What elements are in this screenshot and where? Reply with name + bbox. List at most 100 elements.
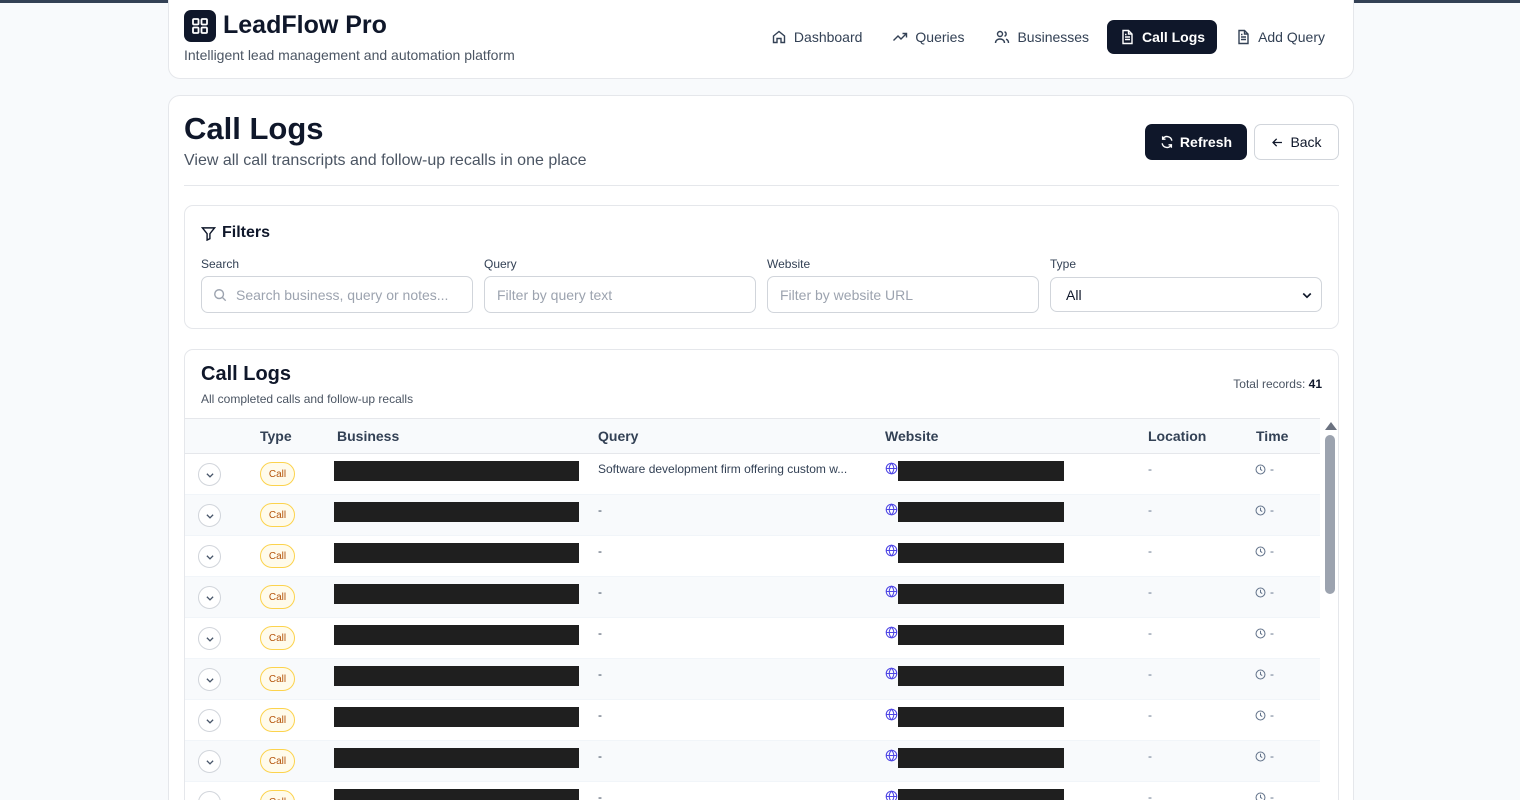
app-title: LeadFlow Pro xyxy=(223,11,387,39)
query-label: Query xyxy=(484,257,517,271)
call-logs-subtitle: All completed calls and follow-up recall… xyxy=(201,392,414,406)
website-redacted[interactable] xyxy=(898,543,1064,563)
expand-row-button[interactable] xyxy=(198,545,221,568)
column-header-type[interactable]: Type xyxy=(260,428,292,444)
query-cell: - xyxy=(598,544,602,558)
time-cell: - xyxy=(1255,749,1274,763)
website-redacted[interactable] xyxy=(898,789,1064,800)
time-cell: - xyxy=(1255,585,1274,599)
clock-icon xyxy=(1255,792,1266,800)
chevron-down-icon xyxy=(205,472,214,478)
expand-row-button[interactable] xyxy=(198,586,221,609)
time-cell: - xyxy=(1255,708,1274,722)
refresh-button[interactable]: Refresh xyxy=(1145,124,1247,160)
trending-up-icon xyxy=(893,32,908,41)
scroll-thumb[interactable] xyxy=(1325,435,1335,594)
back-button[interactable]: Back xyxy=(1254,124,1339,160)
website-redacted[interactable] xyxy=(898,707,1064,727)
query-cell: Software development firm offering custo… xyxy=(598,462,848,476)
search-input[interactable]: Search business, query or notes... xyxy=(201,276,473,313)
globe-icon xyxy=(885,790,898,800)
file-plus-icon xyxy=(1238,29,1249,45)
time-value: - xyxy=(1270,544,1274,558)
expand-row-button[interactable] xyxy=(198,750,221,773)
clock-icon xyxy=(1255,546,1266,556)
expand-row-button[interactable] xyxy=(198,709,221,732)
time-value: - xyxy=(1270,585,1274,599)
globe-icon xyxy=(885,749,898,762)
clock-icon xyxy=(1255,587,1266,597)
time-cell: - xyxy=(1255,667,1274,681)
nav-item-label: Queries xyxy=(915,29,965,45)
header-divider xyxy=(184,185,1339,186)
table-scrollbar[interactable] xyxy=(1322,418,1338,800)
type-badge: Call xyxy=(260,626,295,650)
scroll-up-arrow-icon[interactable] xyxy=(1325,422,1337,430)
table-row[interactable]: Call - - - xyxy=(185,495,1320,536)
filters-panel: Filters Search Search business, query or… xyxy=(184,205,1339,329)
expand-row-button[interactable] xyxy=(198,668,221,691)
business-name-redacted xyxy=(334,666,579,686)
table-row[interactable]: Call - - - xyxy=(185,659,1320,700)
business-name-redacted xyxy=(334,748,579,768)
clock-icon xyxy=(1255,751,1266,761)
chevron-down-icon xyxy=(1302,292,1312,298)
table-row[interactable]: Call - - - xyxy=(185,536,1320,577)
nav-item-add-query[interactable]: Add Query xyxy=(1223,20,1337,54)
business-name-redacted xyxy=(334,461,579,481)
column-header-location[interactable]: Location xyxy=(1148,428,1206,444)
type-badge: Call xyxy=(260,667,295,691)
type-badge: Call xyxy=(260,790,295,800)
nav-item-queries[interactable]: Queries xyxy=(880,20,976,54)
file-text-icon xyxy=(1122,29,1133,45)
nav-item-label: Call Logs xyxy=(1142,29,1206,45)
time-cell: - xyxy=(1255,462,1274,476)
time-cell: - xyxy=(1255,626,1274,640)
total-records-value: 41 xyxy=(1308,377,1322,391)
business-name-redacted xyxy=(334,707,579,727)
location-cell: - xyxy=(1148,667,1152,681)
location-cell: - xyxy=(1148,749,1152,763)
table-row[interactable]: Call Software development firm offering … xyxy=(185,454,1320,495)
time-cell: - xyxy=(1255,790,1274,800)
query-cell: - xyxy=(598,626,602,640)
column-header-business[interactable]: Business xyxy=(337,428,399,444)
website-redacted[interactable] xyxy=(898,666,1064,686)
nav-item-businesses[interactable]: Businesses xyxy=(982,20,1101,54)
type-badge: Call xyxy=(260,503,295,527)
nav-item-dashboard[interactable]: Dashboard xyxy=(759,20,875,54)
website-redacted[interactable] xyxy=(898,461,1064,481)
type-select-value: All xyxy=(1066,286,1082,303)
table-row[interactable]: Call - - - xyxy=(185,700,1320,741)
clock-icon xyxy=(1255,628,1266,638)
type-select[interactable]: All xyxy=(1050,277,1322,312)
query-filter-input[interactable]: Filter by query text xyxy=(484,276,756,313)
table-row[interactable]: Call - - - xyxy=(185,618,1320,659)
filters-title: Filters xyxy=(201,224,270,242)
website-redacted[interactable] xyxy=(898,502,1064,522)
business-name-redacted xyxy=(334,543,579,563)
query-cell: - xyxy=(598,667,602,681)
type-label: Type xyxy=(1050,257,1077,271)
table-header: Type Business Query Website Location Tim… xyxy=(185,418,1320,454)
column-header-query[interactable]: Query xyxy=(598,428,638,444)
call-logs-title: Call Logs xyxy=(201,363,292,385)
website-redacted[interactable] xyxy=(898,748,1064,768)
table-row[interactable]: Call - - - xyxy=(185,577,1320,618)
website-redacted[interactable] xyxy=(898,584,1064,604)
expand-row-button[interactable] xyxy=(198,627,221,650)
refresh-label: Refresh xyxy=(1179,134,1233,150)
search-label: Search xyxy=(201,257,240,271)
website-filter-input[interactable]: Filter by website URL xyxy=(767,276,1039,313)
column-header-website[interactable]: Website xyxy=(885,428,938,444)
website-redacted[interactable] xyxy=(898,625,1064,645)
table-row[interactable]: Call - - - xyxy=(185,782,1320,800)
expand-row-button[interactable] xyxy=(198,463,221,486)
type-badge: Call xyxy=(260,708,295,732)
expand-row-button[interactable] xyxy=(198,504,221,527)
nav-item-call-logs[interactable]: Call Logs xyxy=(1107,20,1218,54)
column-header-time[interactable]: Time xyxy=(1256,428,1288,444)
expand-row-button[interactable] xyxy=(198,791,221,800)
chevron-down-icon xyxy=(205,718,214,724)
table-row[interactable]: Call - - - xyxy=(185,741,1320,782)
